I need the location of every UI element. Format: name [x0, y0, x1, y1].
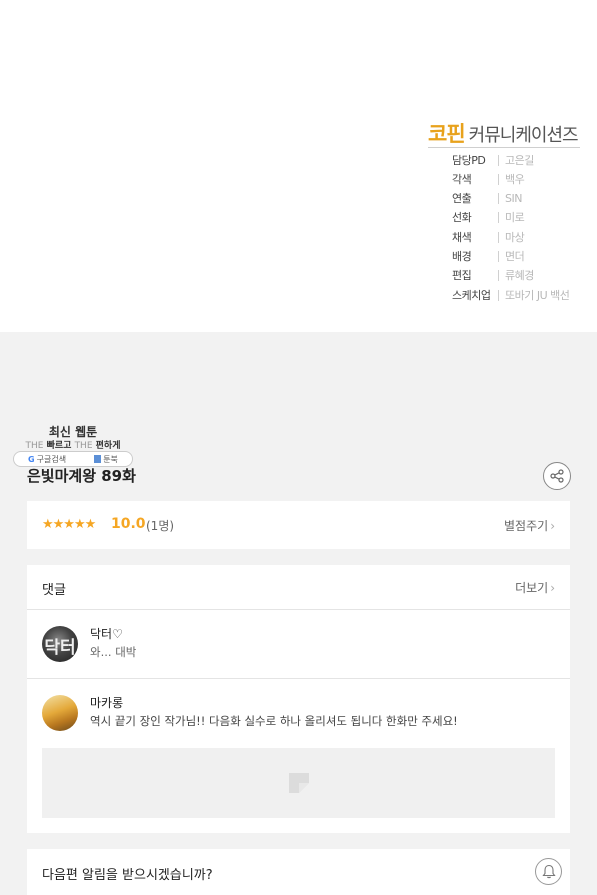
comment-author: 마카롱: [90, 696, 124, 710]
credit-role: 배경: [452, 250, 472, 263]
comment-body: 와... 대박: [90, 645, 137, 659]
credit-row: 각색 백우: [452, 171, 525, 187]
rating-score: 10.0: [111, 516, 146, 532]
comments-card: 댓글 더보기 › 닥터 닥터♡ 와... 대박 마카롱 역시 끝기 장인 작가님!…: [27, 565, 570, 833]
credit-separator: [498, 250, 499, 262]
credit-separator: [498, 192, 499, 204]
credit-row: 편집 류혜경: [452, 267, 534, 283]
studio-name-rest: 커뮤니케이션즈: [468, 125, 579, 146]
ad-sub-fast: 빠르고: [46, 441, 72, 451]
credit-separator: [498, 231, 499, 243]
google-icon: G: [28, 454, 35, 464]
comment-item: 닥터 닥터♡ 와... 대박: [27, 610, 570, 679]
credit-role: 편집: [452, 269, 472, 282]
credit-separator: [498, 173, 499, 185]
google-search-link[interactable]: G 구글검색: [28, 454, 66, 465]
studio-underline: [428, 147, 580, 148]
credit-separator: [498, 289, 499, 301]
credit-role: 선화: [452, 211, 472, 224]
credit-role: 연출: [452, 192, 472, 205]
rate-button[interactable]: 별점주기 ›: [504, 517, 555, 534]
toonbook-link[interactable]: 툰북: [94, 454, 118, 465]
credit-row: 스케치업 또바기 JU 백선: [452, 287, 570, 303]
credit-role: 담당PD: [452, 154, 486, 167]
more-label: 더보기: [515, 581, 549, 595]
studio-brand: 코핀: [428, 122, 466, 146]
share-icon: [550, 469, 564, 483]
avatar: 닥터: [42, 626, 78, 662]
credit-role: 각색: [452, 173, 472, 186]
credit-name: 류혜경: [505, 269, 534, 282]
rating-stars: ★★★★★: [42, 517, 96, 532]
credit-name: 면더: [505, 250, 525, 263]
comments-header: 댓글 더보기 ›: [27, 565, 570, 610]
more-comments-link[interactable]: 더보기 ›: [515, 579, 555, 596]
credit-name: SIN: [505, 191, 522, 205]
comment-body: 역시 끝기 장인 작가님!! 다음화 실수로 하나 올리셔도 됩니다 한화만 주…: [90, 714, 458, 728]
credit-separator: [498, 269, 499, 281]
comments-title: 댓글: [42, 583, 66, 598]
toonbook-label: 툰북: [103, 454, 118, 464]
credit-name: 또바기 JU 백선: [505, 289, 570, 302]
comment-image-placeholder: [42, 748, 555, 818]
ad-sub-easy: 편하게: [95, 441, 121, 451]
comment-author: 닥터♡: [90, 627, 123, 641]
studio-logo: 코핀 커뮤니케이션즈: [428, 118, 579, 148]
credit-row: 채색 마상: [452, 229, 525, 245]
share-button[interactable]: [543, 462, 571, 490]
credits-panel: 코핀 커뮤니케이션즈 담당PD 고은길 각색 백우 연출 SIN 선화 미로 채…: [0, 0, 597, 332]
credit-name: 미로: [505, 211, 525, 224]
credit-name: 고은길: [505, 154, 534, 167]
rating-card: ★★★★★ 10.0 (1명) 별점주기 ›: [27, 501, 570, 549]
credit-name: 백우: [505, 173, 525, 186]
chevron-right-icon: ›: [550, 581, 555, 595]
credit-row: 담당PD 고은길: [452, 152, 534, 168]
chevron-right-icon: ›: [550, 519, 555, 533]
credit-name: 마상: [505, 231, 525, 244]
credit-role: 스케치업: [452, 289, 491, 302]
notify-text: 다음편 알림을 받으시겠습니까?: [42, 868, 213, 883]
notify-card: 다음편 알림을 받으시겠습니까?: [27, 849, 570, 895]
ad-subtitle: THE 빠르고 THE 편하게: [13, 438, 133, 451]
notify-bell-button[interactable]: [535, 858, 562, 885]
credit-row: 선화 미로: [452, 209, 525, 225]
avatar: [42, 695, 78, 731]
rate-label: 별점주기: [504, 519, 549, 533]
credit-role: 채색: [452, 231, 472, 244]
credit-separator: [498, 154, 499, 166]
credit-row: 연출 SIN: [452, 190, 522, 206]
ad-sub-the: THE: [74, 441, 93, 451]
google-search-label: 구글검색: [36, 454, 67, 464]
ad-badge[interactable]: 최신 웹툰 THE 빠르고 THE 편하게 G 구글검색 툰북: [13, 420, 135, 470]
credit-row: 배경 면더: [452, 248, 525, 264]
comment-item: 마카롱 역시 끝기 장인 작가님!! 다음화 실수로 하나 올리셔도 됩니다 한…: [27, 679, 570, 833]
episode-title: 은빛마계왕 89화: [27, 467, 136, 485]
credit-separator: [498, 211, 499, 223]
book-icon: [94, 455, 102, 463]
bell-icon: [541, 864, 556, 879]
image-placeholder-icon: [289, 773, 309, 793]
rating-count: (1명): [146, 519, 175, 533]
ad-sub-the: THE: [25, 441, 44, 451]
avatar-text: 닥터: [44, 638, 76, 658]
